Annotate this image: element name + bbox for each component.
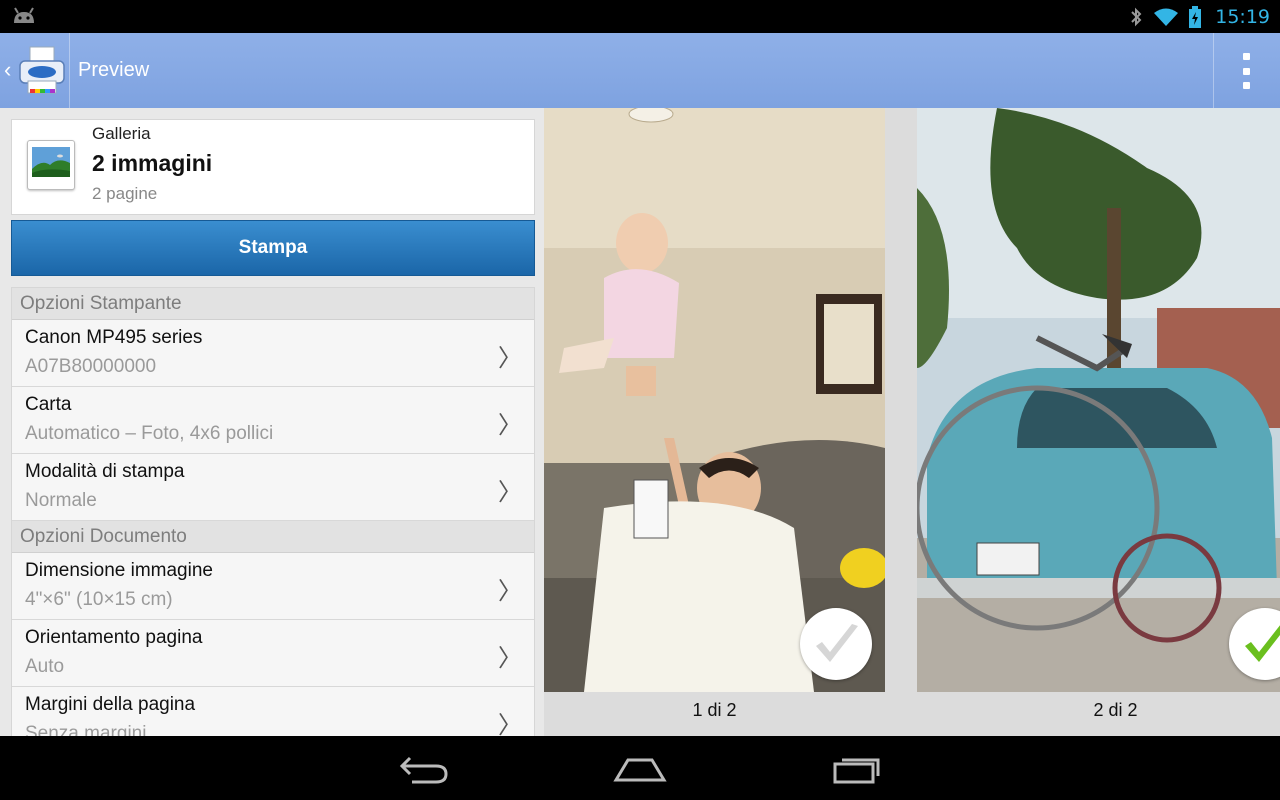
option-value: Automatico – Foto, 4x6 pollici (25, 423, 274, 444)
home-icon[interactable] (612, 752, 668, 786)
battery-icon (1189, 5, 1202, 28)
actionbar-divider (1213, 33, 1214, 108)
photo-thumbnail (917, 108, 1280, 692)
back-icon[interactable] (398, 752, 450, 786)
options-list: Opzioni Stampante Canon MP495 series A07… (11, 287, 535, 736)
preview-page[interactable]: 1 di 2 (544, 108, 885, 736)
option-row-paper[interactable]: Carta Automatico – Foto, 4x6 pollici 〉 (12, 387, 534, 454)
page-label: 1 di 2 (692, 700, 737, 720)
option-value: A07B80000000 (25, 356, 157, 377)
actionbar-divider (69, 33, 70, 108)
option-row-printer[interactable]: Canon MP495 series A07B80000000 〉 (12, 320, 534, 387)
option-title: Canon MP495 series (25, 327, 203, 348)
status-bar: 15:19 (0, 0, 1280, 33)
document-title: 2 immagini (92, 150, 213, 176)
overflow-menu-icon[interactable] (1232, 53, 1260, 89)
chevron-right-icon: 〉 (498, 478, 522, 506)
page-title: Preview (78, 59, 150, 81)
page-select-toggle[interactable] (800, 608, 872, 680)
option-value: 4"×6" (10×15 cm) (25, 589, 173, 610)
print-button[interactable]: Stampa (11, 220, 535, 276)
recent-apps-icon[interactable] (830, 752, 884, 786)
option-title: Modalità di stampa (25, 461, 185, 482)
android-notification-icon (14, 7, 34, 23)
option-title: Orientamento pagina (25, 627, 203, 648)
checkmark-icon (1245, 625, 1280, 662)
option-row-image-size[interactable]: Dimensione immagine 4"×6" (10×15 cm) 〉 (12, 553, 534, 620)
section-header-document-options: Opzioni Documento (12, 521, 534, 553)
option-value: Auto (25, 656, 65, 677)
settings-panel: Galleria 2 immagini 2 pagine Stampa Opzi… (0, 108, 544, 736)
option-value: Senza margini (25, 723, 147, 736)
preview-page[interactable]: 2 di 2 (917, 108, 1280, 736)
chevron-right-icon: 〉 (498, 711, 522, 736)
option-row-margins[interactable]: Margini della pagina Senza margini 〉 (12, 687, 534, 736)
bluetooth-icon (1131, 7, 1142, 26)
gallery-icon (27, 140, 75, 190)
section-header-printer-options: Opzioni Stampante (12, 288, 534, 320)
chevron-right-icon: 〉 (498, 644, 522, 672)
navigation-bar (0, 736, 1280, 800)
printer-app-logo-icon (19, 46, 65, 94)
option-value: Normale (25, 490, 97, 511)
checkmark-icon (816, 624, 858, 662)
chevron-right-icon: 〉 (498, 411, 522, 439)
document-summary-card[interactable]: Galleria 2 immagini 2 pagine (11, 119, 535, 215)
option-title: Carta (25, 394, 72, 415)
page-label: 2 di 2 (1093, 700, 1138, 720)
chevron-left-icon: ‹ (4, 57, 12, 82)
page-count: 2 pagine (92, 184, 158, 203)
action-bar: ‹ Preview (0, 33, 1280, 109)
option-title: Margini della pagina (25, 694, 196, 715)
option-row-orientation[interactable]: Orientamento pagina Auto 〉 (12, 620, 534, 687)
chevron-right-icon: 〉 (498, 344, 522, 372)
chevron-right-icon: 〉 (498, 577, 522, 605)
print-preview-pane[interactable]: 1 di 2 2 di 2 (544, 108, 1280, 736)
option-title: Dimensione immagine (25, 560, 213, 581)
clock: 15:19 (1215, 5, 1270, 28)
source-label: Galleria (92, 124, 151, 143)
photo-thumbnail (544, 108, 885, 692)
option-row-print-mode[interactable]: Modalità di stampa Normale 〉 (12, 454, 534, 521)
wifi-icon (1154, 8, 1179, 26)
